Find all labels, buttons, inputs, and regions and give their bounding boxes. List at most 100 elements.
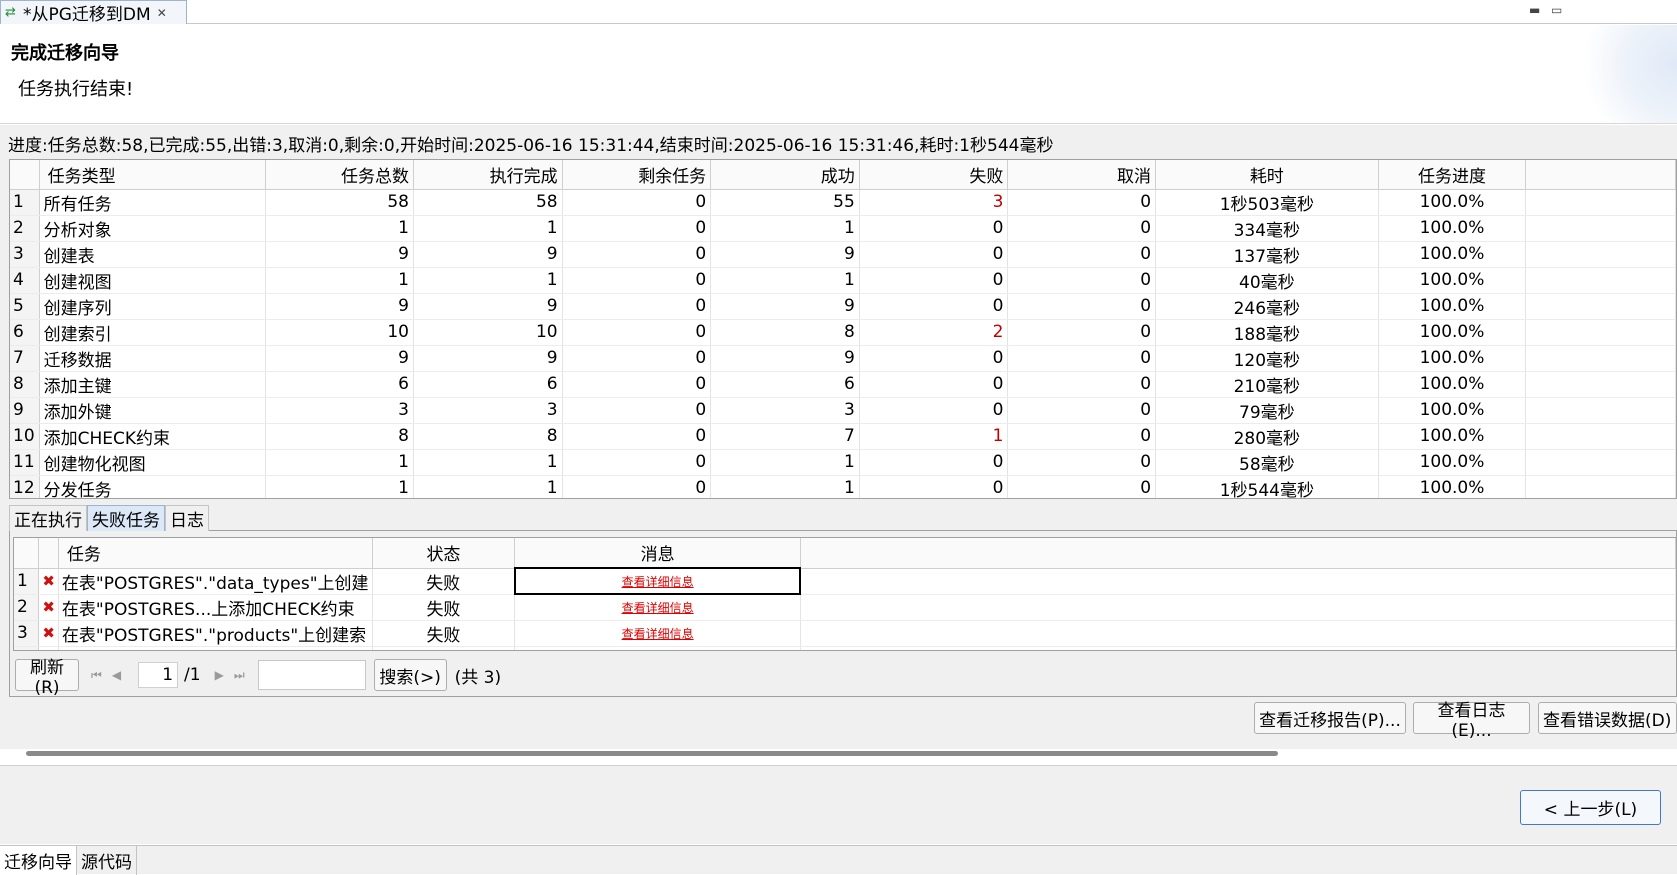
tab-migration-wizard[interactable]: 迁移向导	[0, 846, 77, 875]
view-detail-link[interactable]: 查看详细信息	[622, 627, 694, 641]
back-button[interactable]: < 上一步(L)	[1520, 790, 1661, 825]
row-number: 1	[14, 568, 40, 595]
table-row[interactable]: 8 添加主键 6 6 0 6 0 0 210毫秒 100.0%	[10, 371, 1676, 398]
failed-row[interactable]: 3 ✖ 在表"POSTGRES"."products"上创建索 失败 查看详细信息	[14, 620, 1676, 647]
col-header-filler	[1525, 160, 1676, 190]
refresh-button[interactable]: 刷新(R)	[15, 658, 79, 698]
col-header-success[interactable]: 成功	[710, 160, 860, 190]
col-header-remain[interactable]: 剩余任务	[562, 160, 712, 190]
col-header-task[interactable]: 任务	[58, 538, 373, 569]
table-row[interactable]: 7 迁移数据 9 9 0 9 0 0 120毫秒 100.0%	[10, 345, 1676, 372]
cell-time: 137毫秒	[1155, 241, 1379, 268]
cell-filler	[1525, 345, 1676, 372]
cell-filler	[1525, 189, 1676, 216]
cell-fail: 1	[859, 423, 1009, 450]
cell-done: 1	[413, 449, 563, 476]
col-header-status[interactable]: 状态	[372, 538, 516, 569]
first-page-icon[interactable]: ⏮	[91, 668, 102, 683]
col-header-fail[interactable]: 失败	[859, 160, 1009, 190]
maximize-icon[interactable]: ▭	[1551, 3, 1562, 17]
cell-total: 9	[265, 293, 414, 320]
view-report-button[interactable]: 查看迁移报告(P)...	[1254, 702, 1406, 734]
editor-tab[interactable]: ⇄ *从PG迁移到DM ✕	[0, 0, 187, 25]
cell-success: 8	[710, 319, 860, 346]
table-row[interactable]: 1 所有任务 58 58 0 55 3 0 1秒503毫秒 100.0%	[10, 189, 1676, 216]
cell-remain: 0	[562, 397, 712, 424]
failed-row[interactable]: 2 ✖ 在表"POSTGRES...上添加CHECK约束 失败 查看详细信息	[14, 594, 1676, 621]
view-log-button[interactable]: 查看日志(E)...	[1413, 701, 1530, 741]
col-header-done[interactable]: 执行完成	[413, 160, 563, 190]
error-icon: ✖	[38, 594, 59, 621]
col-header-type[interactable]: 任务类型	[39, 160, 267, 190]
cell-fail: 0	[859, 449, 1009, 476]
close-icon[interactable]: ✕	[157, 6, 167, 20]
table-row[interactable]: 12 分发任务 1 1 0 1 0 0 1秒544毫秒 100.0%	[10, 475, 1676, 498]
cell-task: 在表"POSTGRES"."data_types"上创建	[58, 568, 373, 595]
cell-message: 查看详细信息	[514, 620, 801, 647]
cell-progress: 100.0%	[1378, 215, 1527, 242]
view-detail-link[interactable]: 查看详细信息	[622, 575, 694, 589]
cell-fail: 0	[859, 397, 1009, 424]
cell-progress: 100.0%	[1378, 293, 1527, 320]
col-header-filler	[800, 538, 1676, 569]
cell-time: 334毫秒	[1155, 215, 1379, 242]
search-input[interactable]	[257, 660, 366, 690]
search-button[interactable]: 搜索(>)	[373, 659, 447, 691]
page-number-input[interactable]: 1	[138, 662, 179, 688]
next-page-icon[interactable]: ▶	[215, 668, 224, 682]
cell-cancel: 0	[1007, 267, 1157, 294]
table-row[interactable]: 3 创建表 9 9 0 9 0 0 137毫秒 100.0%	[10, 241, 1676, 268]
cell-time: 1秒544毫秒	[1155, 475, 1379, 498]
cell-remain: 0	[562, 449, 712, 476]
minimize-icon[interactable]: ▬	[1529, 3, 1540, 17]
cell-total: 1	[265, 215, 414, 242]
table-row[interactable]: 10 添加CHECK约束 8 8 0 7 1 0 280毫秒 100.0%	[10, 423, 1676, 450]
cell-success: 1	[710, 267, 860, 294]
view-error-data-button[interactable]: 查看错误数据(D)	[1538, 702, 1677, 734]
failed-row[interactable]: 1 ✖ 在表"POSTGRES"."data_types"上创建 失败 查看详细信息	[14, 567, 1676, 595]
tab-log[interactable]: 日志	[165, 505, 209, 531]
last-page-icon[interactable]: ⏭	[234, 668, 245, 683]
tab-source-code[interactable]: 源代码	[77, 846, 137, 875]
horizontal-scrollbar[interactable]	[26, 751, 1278, 756]
view-detail-link[interactable]: 查看详细信息	[622, 601, 694, 615]
cell-total: 3	[265, 397, 414, 424]
table-row[interactable]: 5 创建序列 9 9 0 9 0 0 246毫秒 100.0%	[10, 293, 1676, 320]
prev-page-icon[interactable]: ◀	[112, 668, 121, 682]
cell-success: 6	[710, 371, 860, 398]
table-row[interactable]: 2 分析对象 1 1 0 1 0 0 334毫秒 100.0%	[10, 215, 1676, 242]
task-summary-grid: 任务类型 任务总数 执行完成 剩余任务 成功 失败 取消 耗时 任务进度 1 所有…	[9, 159, 1677, 499]
cell-remain: 0	[562, 241, 712, 268]
cell-done: 9	[413, 241, 563, 268]
cell-status: 失败	[372, 620, 516, 647]
cell-total: 1	[265, 475, 414, 498]
col-header-time[interactable]: 耗时	[1155, 160, 1379, 190]
wizard-header: 完成迁移向导 任务执行结束!	[0, 25, 1677, 124]
cell-remain: 0	[562, 345, 712, 372]
tab-running[interactable]: 正在执行	[9, 505, 87, 531]
cell-success: 9	[710, 293, 860, 320]
cell-cancel: 0	[1007, 215, 1157, 242]
cell-type: 添加主键	[39, 371, 267, 398]
row-number: 11	[10, 449, 40, 476]
col-header-cancel[interactable]: 取消	[1007, 160, 1157, 190]
cell-success: 1	[710, 475, 860, 498]
cell-time: 79毫秒	[1155, 397, 1379, 424]
cell-done: 1	[413, 267, 563, 294]
page-description: 任务执行结束!	[18, 79, 134, 100]
tab-failed-tasks[interactable]: 失败任务	[87, 505, 165, 531]
cell-remain: 0	[562, 267, 712, 294]
cell-remain: 0	[562, 293, 712, 320]
col-header-total[interactable]: 任务总数	[265, 160, 414, 190]
col-header-progress[interactable]: 任务进度	[1378, 160, 1527, 190]
cell-progress: 100.0%	[1378, 189, 1527, 216]
table-row[interactable]: 4 创建视图 1 1 0 1 0 0 40毫秒 100.0%	[10, 267, 1676, 294]
table-row[interactable]: 6 创建索引 10 10 0 8 2 0 188毫秒 100.0%	[10, 319, 1676, 346]
table-row[interactable]: 11 创建物化视图 1 1 0 1 0 0 58毫秒 100.0%	[10, 449, 1676, 476]
cell-time: 188毫秒	[1155, 319, 1379, 346]
cell-cancel: 0	[1007, 293, 1157, 320]
cell-total: 9	[265, 241, 414, 268]
table-row[interactable]: 9 添加外键 3 3 0 3 0 0 79毫秒 100.0%	[10, 397, 1676, 424]
col-header-message[interactable]: 消息	[514, 538, 801, 569]
cell-filler	[1525, 215, 1676, 242]
